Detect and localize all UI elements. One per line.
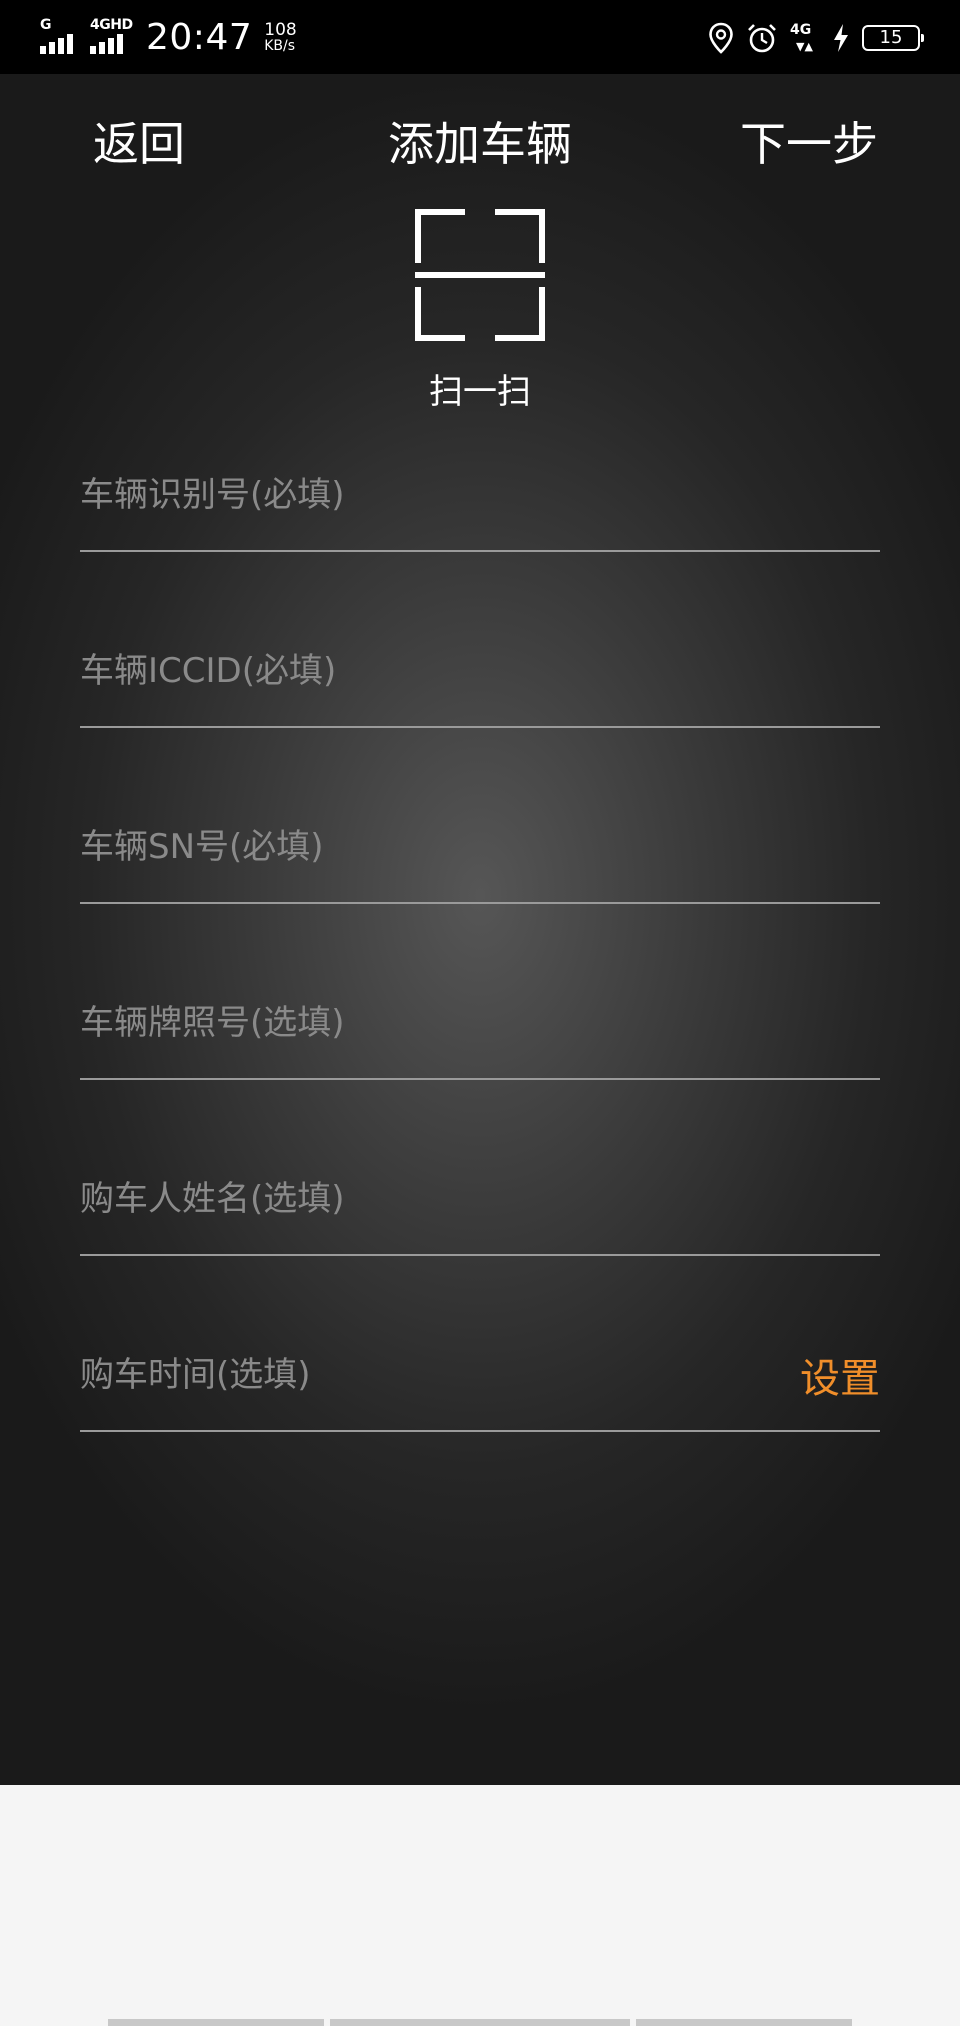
purchase-time-input[interactable] (80, 1350, 760, 1400)
signal-sim1-icon: G (40, 17, 82, 56)
iccid-field (80, 616, 880, 728)
location-icon (709, 22, 733, 54)
next-step-button[interactable]: 下一步 (740, 116, 878, 172)
status-bar: G 4GHD 20:47 108 KB/s 4G ▼▲ 15 (0, 0, 960, 74)
status-time: 20:47 (146, 17, 253, 58)
keyboard-strip-segment (330, 2019, 630, 2026)
vin-input[interactable] (80, 470, 760, 520)
status-right: 4G ▼▲ 15 (696, 18, 924, 58)
main-content: 返回 添加车辆 下一步 扫一扫 车辆识别号(必填) 车辆ICCID(必填) 车辆… (0, 74, 960, 1785)
purchase-time-field: 设置 (80, 1320, 880, 1432)
keyboard-strip-segment (636, 2019, 852, 2026)
add-vehicle-screen: G 4GHD 20:47 108 KB/s 4G ▼▲ 15 返回 添加车辆 下… (0, 0, 960, 2026)
set-purchase-time-button[interactable]: 设置 (800, 1354, 880, 1404)
data-arrows-icon: ▼▲ (796, 40, 813, 53)
buyer-name-input[interactable] (80, 1174, 760, 1224)
sn-field (80, 792, 880, 904)
bottom-panel (0, 1785, 960, 2026)
scan-frame-icon[interactable] (414, 208, 546, 342)
alarm-icon (748, 24, 776, 53)
buyer-name-field (80, 1144, 880, 1256)
vin-field (80, 440, 880, 552)
signal-sim2-icon: 4GHD (90, 17, 133, 56)
scan-label[interactable]: 扫一扫 (0, 370, 960, 414)
battery-indicator: 15 (862, 25, 924, 51)
plate-field (80, 968, 880, 1080)
sim1-tag: G (40, 17, 52, 33)
network-speed: 108 KB/s (264, 22, 296, 54)
iccid-input[interactable] (80, 646, 760, 696)
back-button[interactable]: 返回 (93, 116, 185, 172)
network-4g-indicator: 4G ▼▲ (790, 22, 813, 53)
sn-input[interactable] (80, 822, 760, 872)
plate-input[interactable] (80, 998, 760, 1048)
keyboard-strip-segment (108, 2019, 324, 2026)
page-title: 添加车辆 (388, 117, 572, 171)
battery-level: 15 (879, 27, 903, 48)
charging-icon (834, 24, 848, 52)
speed-unit: KB/s (264, 38, 296, 54)
sim2-tag: 4GHD (90, 17, 133, 33)
speed-value: 108 (264, 20, 297, 40)
status-left: G 4GHD 20:47 108 KB/s (40, 14, 297, 62)
